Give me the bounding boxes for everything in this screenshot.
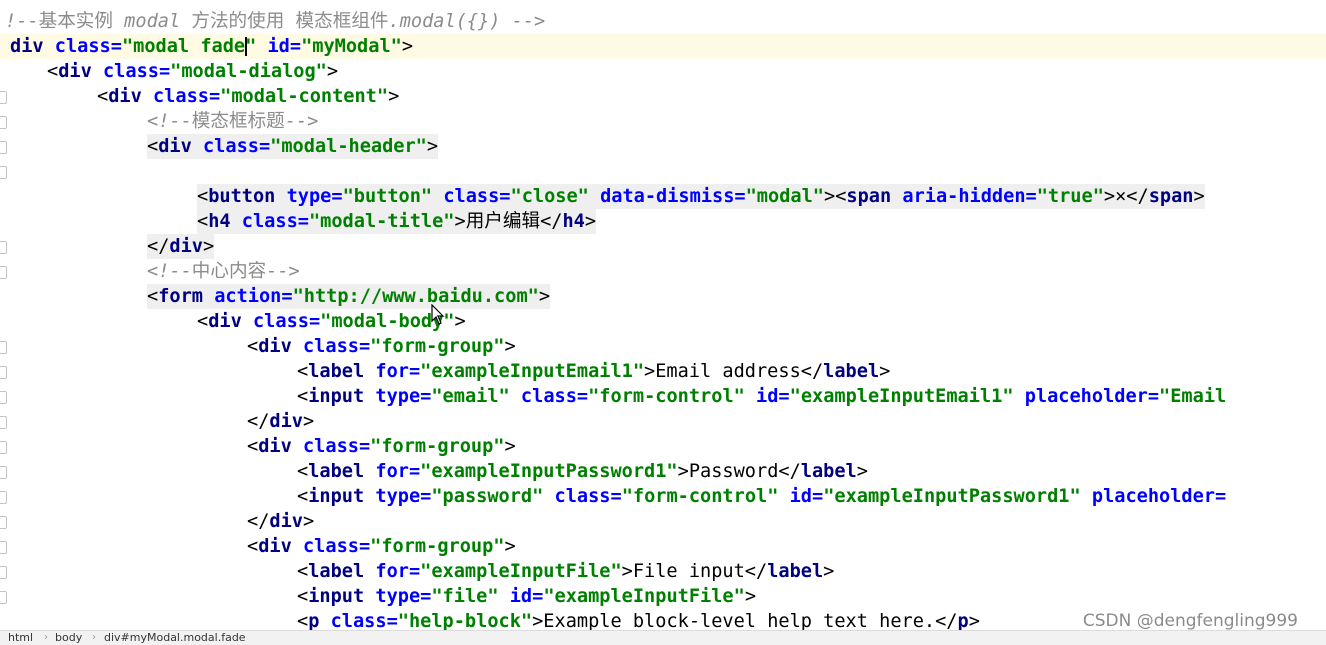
code-line-text: <button type="button" class="close" data… bbox=[197, 184, 1205, 209]
code-line: <div class="form-group"> bbox=[0, 534, 1326, 559]
code-line: <input type="email" class="form-control"… bbox=[0, 384, 1326, 409]
fold-marker-icon[interactable] bbox=[0, 466, 7, 479]
code-line: <button type="button" class="close" data… bbox=[0, 184, 1326, 209]
text-cursor bbox=[245, 37, 248, 56]
code-line-text: <label for="exampleInputFile">File input… bbox=[297, 561, 835, 582]
fold-marker-icon[interactable] bbox=[0, 366, 7, 379]
fold-marker-icon[interactable] bbox=[0, 341, 7, 354]
code-line: <div class="form-group"> bbox=[0, 434, 1326, 459]
fold-marker-icon[interactable] bbox=[0, 566, 7, 579]
code-line bbox=[0, 159, 1326, 184]
code-line-text: </div> bbox=[247, 411, 315, 432]
fold-marker-icon[interactable] bbox=[0, 141, 7, 154]
code-line-text: <div class="modal-header"> bbox=[147, 134, 439, 159]
fold-marker-icon[interactable] bbox=[0, 166, 7, 179]
code-line: !--基本实例 modal 方法的使用 模态框组件.modal({}) --> bbox=[0, 9, 1326, 34]
fold-marker-icon[interactable] bbox=[0, 91, 7, 104]
fold-marker-icon[interactable] bbox=[0, 491, 7, 504]
code-line-text: <!--中心内容--> bbox=[147, 261, 300, 282]
fold-marker-icon[interactable] bbox=[0, 241, 7, 254]
code-line-text: <div class="modal-body"> bbox=[197, 311, 466, 332]
code-line-text: <label for="exampleInputEmail1">Email ad… bbox=[297, 361, 891, 382]
code-line-text: <p class="help-block">Example block-leve… bbox=[297, 611, 980, 630]
code-line-text: <div class="modal-dialog"> bbox=[47, 61, 339, 82]
fold-marker-icon[interactable] bbox=[0, 516, 7, 529]
code-line-text: <input type="password" class="form-contr… bbox=[297, 486, 1227, 507]
fold-marker-icon[interactable] bbox=[0, 441, 7, 454]
code-line: div class="modal fade" id="myModal"> bbox=[0, 34, 1326, 59]
code-line-text: <!--模态框标题--> bbox=[147, 111, 319, 132]
watermark: CSDN @dengfengling999 bbox=[1082, 611, 1298, 631]
code-line: <label for="exampleInputPassword1">Passw… bbox=[0, 459, 1326, 484]
code-line-text: div class="modal fade" id="myModal"> bbox=[10, 36, 414, 57]
code-line-text: <div class="form-group"> bbox=[247, 336, 516, 357]
code-line-text: <input type="file" id="exampleInputFile"… bbox=[297, 586, 757, 607]
code-line: <label for="exampleInputFile">File input… bbox=[0, 559, 1326, 584]
code-line: </div> bbox=[0, 509, 1326, 534]
code-line-text: <div class="form-group"> bbox=[247, 536, 516, 557]
code-line: <div class="modal-content"> bbox=[0, 84, 1326, 109]
code-line-text: <input type="email" class="form-control"… bbox=[297, 386, 1227, 407]
code-line-text: <label for="exampleInputPassword1">Passw… bbox=[297, 461, 868, 482]
code-line: <input type="file" id="exampleInputFile"… bbox=[0, 584, 1326, 609]
code-line-text: </div> bbox=[147, 234, 215, 259]
fold-marker-icon[interactable] bbox=[0, 541, 7, 554]
fold-marker-icon[interactable] bbox=[0, 391, 7, 404]
status-bar: html › body › div#myModal.modal.fade bbox=[0, 630, 1326, 645]
code-line-text: <div class="form-group"> bbox=[247, 436, 516, 457]
code-line-text: <div class="modal-content"> bbox=[97, 86, 400, 107]
breadcrumb-html[interactable]: html bbox=[8, 631, 33, 645]
code-line: <div class="form-group"> bbox=[0, 334, 1326, 359]
code-line: <div class="modal-dialog"> bbox=[0, 59, 1326, 84]
code-line: <form action="http://www.baidu.com"> bbox=[0, 284, 1326, 309]
code-line: <input type="password" class="form-contr… bbox=[0, 484, 1326, 509]
code-line: <!--中心内容--> bbox=[0, 259, 1326, 284]
fold-marker-icon[interactable] bbox=[0, 116, 7, 129]
code-line-text: <h4 class="modal-title">用户编辑</h4> bbox=[197, 209, 597, 234]
code-line: <h4 class="modal-title">用户编辑</h4> bbox=[0, 209, 1326, 234]
code-line: <div class="modal-header"> bbox=[0, 134, 1326, 159]
fold-marker-icon[interactable] bbox=[0, 416, 7, 429]
code-line: </div> bbox=[0, 234, 1326, 259]
code-editor[interactable]: !--基本实例 modal 方法的使用 模态框组件.modal({}) --> … bbox=[0, 0, 1326, 630]
chevron-right-icon: › bbox=[44, 632, 48, 643]
chevron-right-icon: › bbox=[92, 632, 96, 643]
code-line: <!--模态框标题--> bbox=[0, 109, 1326, 134]
fold-marker-icon[interactable] bbox=[0, 591, 7, 604]
code-line-text: </div> bbox=[247, 511, 315, 532]
code-line-text: <form action="http://www.baidu.com"> bbox=[147, 284, 551, 309]
code-line: <div class="modal-body"> bbox=[0, 309, 1326, 334]
mouse-pointer-icon bbox=[431, 304, 445, 325]
code-line-text: !--基本实例 modal 方法的使用 模态框组件.modal({}) --> bbox=[5, 11, 546, 32]
fold-marker-icon[interactable] bbox=[0, 266, 7, 279]
breadcrumb-div-mymodal[interactable]: div#myModal.modal.fade bbox=[104, 631, 246, 645]
code-line: </div> bbox=[0, 409, 1326, 434]
code-line: <label for="exampleInputEmail1">Email ad… bbox=[0, 359, 1326, 384]
breadcrumb-body[interactable]: body bbox=[55, 631, 82, 645]
